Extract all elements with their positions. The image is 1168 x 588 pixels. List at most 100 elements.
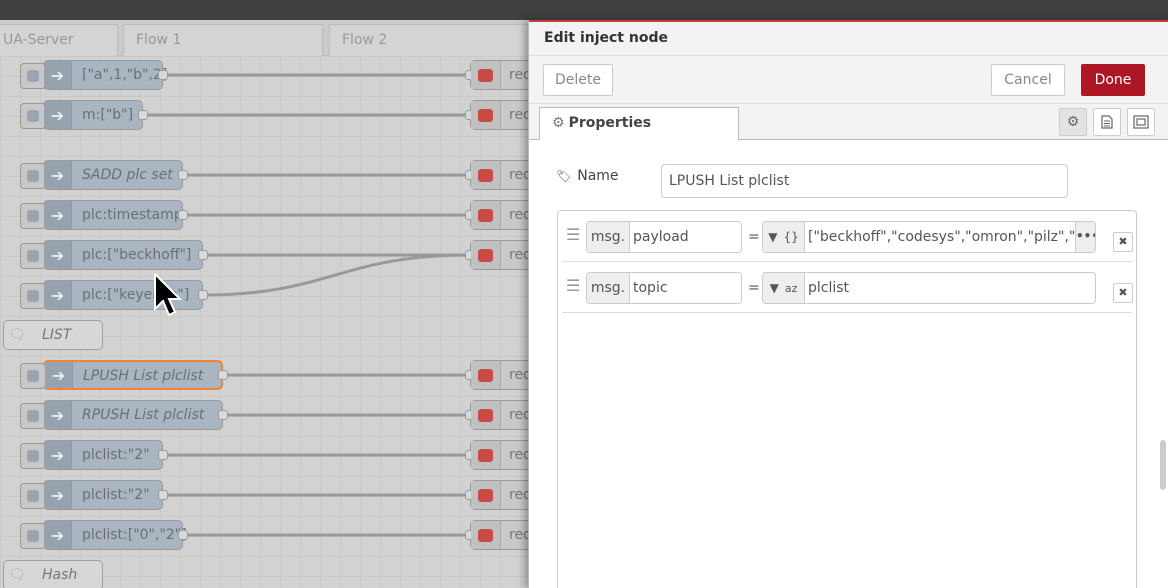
tray-scrollbar[interactable] [1160, 440, 1166, 490]
msg-prefix: msg. [587, 273, 630, 303]
drag-handle-icon[interactable]: ☰ [566, 227, 580, 243]
redis-icon [471, 401, 501, 429]
redis-node[interactable]: redis [465, 480, 530, 510]
arrow-icon: ➔ [44, 241, 72, 269]
done-button[interactable]: Done [1081, 64, 1145, 96]
output-port[interactable] [158, 70, 168, 80]
redis-node[interactable]: redis [465, 200, 530, 230]
inject-trigger-button[interactable] [20, 523, 46, 549]
arrow-icon: ➔ [45, 362, 73, 388]
output-port[interactable] [178, 170, 188, 180]
property-value-field[interactable]: ▼ az plclist [762, 272, 1096, 304]
redis-icon [471, 241, 501, 269]
redis-node[interactable]: redis [465, 520, 530, 550]
output-port[interactable] [178, 210, 188, 220]
name-input[interactable]: LPUSH List plclist [661, 164, 1068, 198]
inject-node[interactable]: ➔ plc:["beckhoff"] [20, 240, 208, 270]
comment-node[interactable]: 🗨 Hash [3, 560, 103, 588]
appearance-frame-icon[interactable] [1127, 108, 1155, 136]
type-select[interactable]: ▼ az [763, 273, 805, 303]
node-label: plclist:["0","2"] [82, 527, 187, 543]
output-port[interactable] [198, 290, 208, 300]
redis-node[interactable]: redis [465, 160, 530, 190]
tab-flow-2[interactable]: Flow 2 [329, 24, 529, 56]
tab-ua-server[interactable]: UA-Server [0, 24, 118, 56]
inject-node[interactable]: ➔ plclist:["0","2"] [20, 520, 188, 550]
inject-trigger-button[interactable] [20, 443, 46, 469]
redis-node[interactable]: redis [465, 240, 530, 270]
node-label: plclist:"2" [82, 447, 150, 463]
tray-body: 🏷 Name LPUSH List plclist ☰ msg. payload … [529, 140, 1168, 588]
drag-handle-icon[interactable]: ☰ [566, 278, 580, 294]
redis-node[interactable]: redis [465, 60, 530, 90]
workspace-tabs: UA-Server Flow 1 Flow 2 [0, 20, 530, 56]
comment-label: Hash [42, 567, 78, 583]
node-label: redis [509, 407, 530, 423]
redis-node[interactable]: redis [465, 440, 530, 470]
inject-trigger-button[interactable] [20, 243, 46, 269]
delete-button[interactable]: Delete [543, 64, 613, 96]
arrow-icon: ➔ [44, 61, 72, 89]
inject-node[interactable]: ➔ m:["b"] [20, 100, 148, 130]
redis-node[interactable]: redis [465, 400, 530, 430]
equals-sign: = [748, 280, 760, 296]
redis-icon [471, 61, 501, 89]
inject-trigger-button[interactable] [20, 63, 46, 89]
type-select[interactable]: ▼ {} [763, 222, 805, 252]
comment-node[interactable]: 🗨 LIST [3, 320, 103, 350]
output-port[interactable] [178, 530, 188, 540]
inject-trigger-button[interactable] [20, 283, 46, 309]
comment-icon: 🗨 [8, 327, 26, 343]
property-value-field[interactable]: ▼ {} ["beckhoff","codesys","omron","pilz"… [762, 221, 1096, 253]
remove-row-icon[interactable]: ✖ [1113, 232, 1133, 252]
property-name-field[interactable]: msg. topic [586, 272, 742, 304]
output-port[interactable] [218, 410, 228, 420]
inject-node[interactable]: ➔ SADD plc set [20, 160, 188, 190]
string-type-icon: az [784, 281, 798, 295]
flow-canvas[interactable]: ➔ ["a",1,"b",2] ➔ m:["b"] ➔ SADD plc set… [0, 56, 530, 588]
output-port[interactable] [138, 110, 148, 120]
tray-toolbar: Delete Cancel Done [529, 56, 1168, 104]
caret-down-icon: ▼ [768, 230, 778, 244]
node-label: plc:["beckhoff"] [82, 247, 192, 263]
cancel-button[interactable]: Cancel [991, 64, 1065, 96]
inject-trigger-button[interactable] [20, 483, 46, 509]
output-port[interactable] [218, 370, 228, 380]
output-port[interactable] [158, 490, 168, 500]
output-port[interactable] [158, 450, 168, 460]
node-label: redis [509, 367, 530, 383]
remove-row-icon[interactable]: ✖ [1113, 283, 1133, 303]
redis-node[interactable]: redis [465, 360, 530, 390]
inject-node[interactable]: ➔ RPUSH List plclist [20, 400, 228, 430]
settings-gear-icon[interactable]: ⚙ [1059, 108, 1087, 136]
inject-trigger-button[interactable] [20, 403, 46, 429]
tab-flow-1[interactable]: Flow 1 [123, 24, 323, 56]
property-name-field[interactable]: msg. payload [586, 221, 742, 253]
property-key: payload [633, 229, 689, 245]
inject-node[interactable]: ➔ ["a",1,"b",2] [20, 60, 168, 90]
tag-icon: 🏷 [556, 169, 572, 183]
node-label: redis [509, 247, 530, 263]
arrow-icon: ➔ [44, 401, 72, 429]
inject-trigger-button[interactable] [20, 363, 46, 389]
node-label: plclist:"2" [82, 487, 150, 503]
inject-node-selected[interactable]: ➔ LPUSH List plclist [20, 360, 228, 390]
expand-editor-icon[interactable]: ••• [1075, 222, 1095, 252]
gear-icon: ⚙ [552, 115, 565, 131]
inject-trigger-button[interactable] [20, 203, 46, 229]
output-port[interactable] [198, 250, 208, 260]
tab-properties[interactable]: ⚙ Properties [539, 107, 739, 141]
description-document-icon[interactable] [1093, 108, 1121, 136]
inject-trigger-button[interactable] [20, 163, 46, 189]
inject-node[interactable]: ➔ plc:timestamp [20, 200, 188, 230]
node-label: ["a",1,"b",2] [82, 67, 168, 83]
inject-node[interactable]: ➔ plclist:"2" [20, 440, 168, 470]
arrow-icon: ➔ [44, 101, 72, 129]
redis-node[interactable]: redis [465, 100, 530, 130]
workspace[interactable]: UA-Server Flow 1 Flow 2 ➔ ["a",1,"b",2] … [0, 20, 530, 588]
property-key: topic [633, 280, 668, 296]
inject-trigger-button[interactable] [20, 103, 46, 129]
arrow-icon: ➔ [44, 521, 72, 549]
node-label: RPUSH List plclist [82, 407, 205, 423]
inject-node[interactable]: ➔ plclist:"2" [20, 480, 168, 510]
